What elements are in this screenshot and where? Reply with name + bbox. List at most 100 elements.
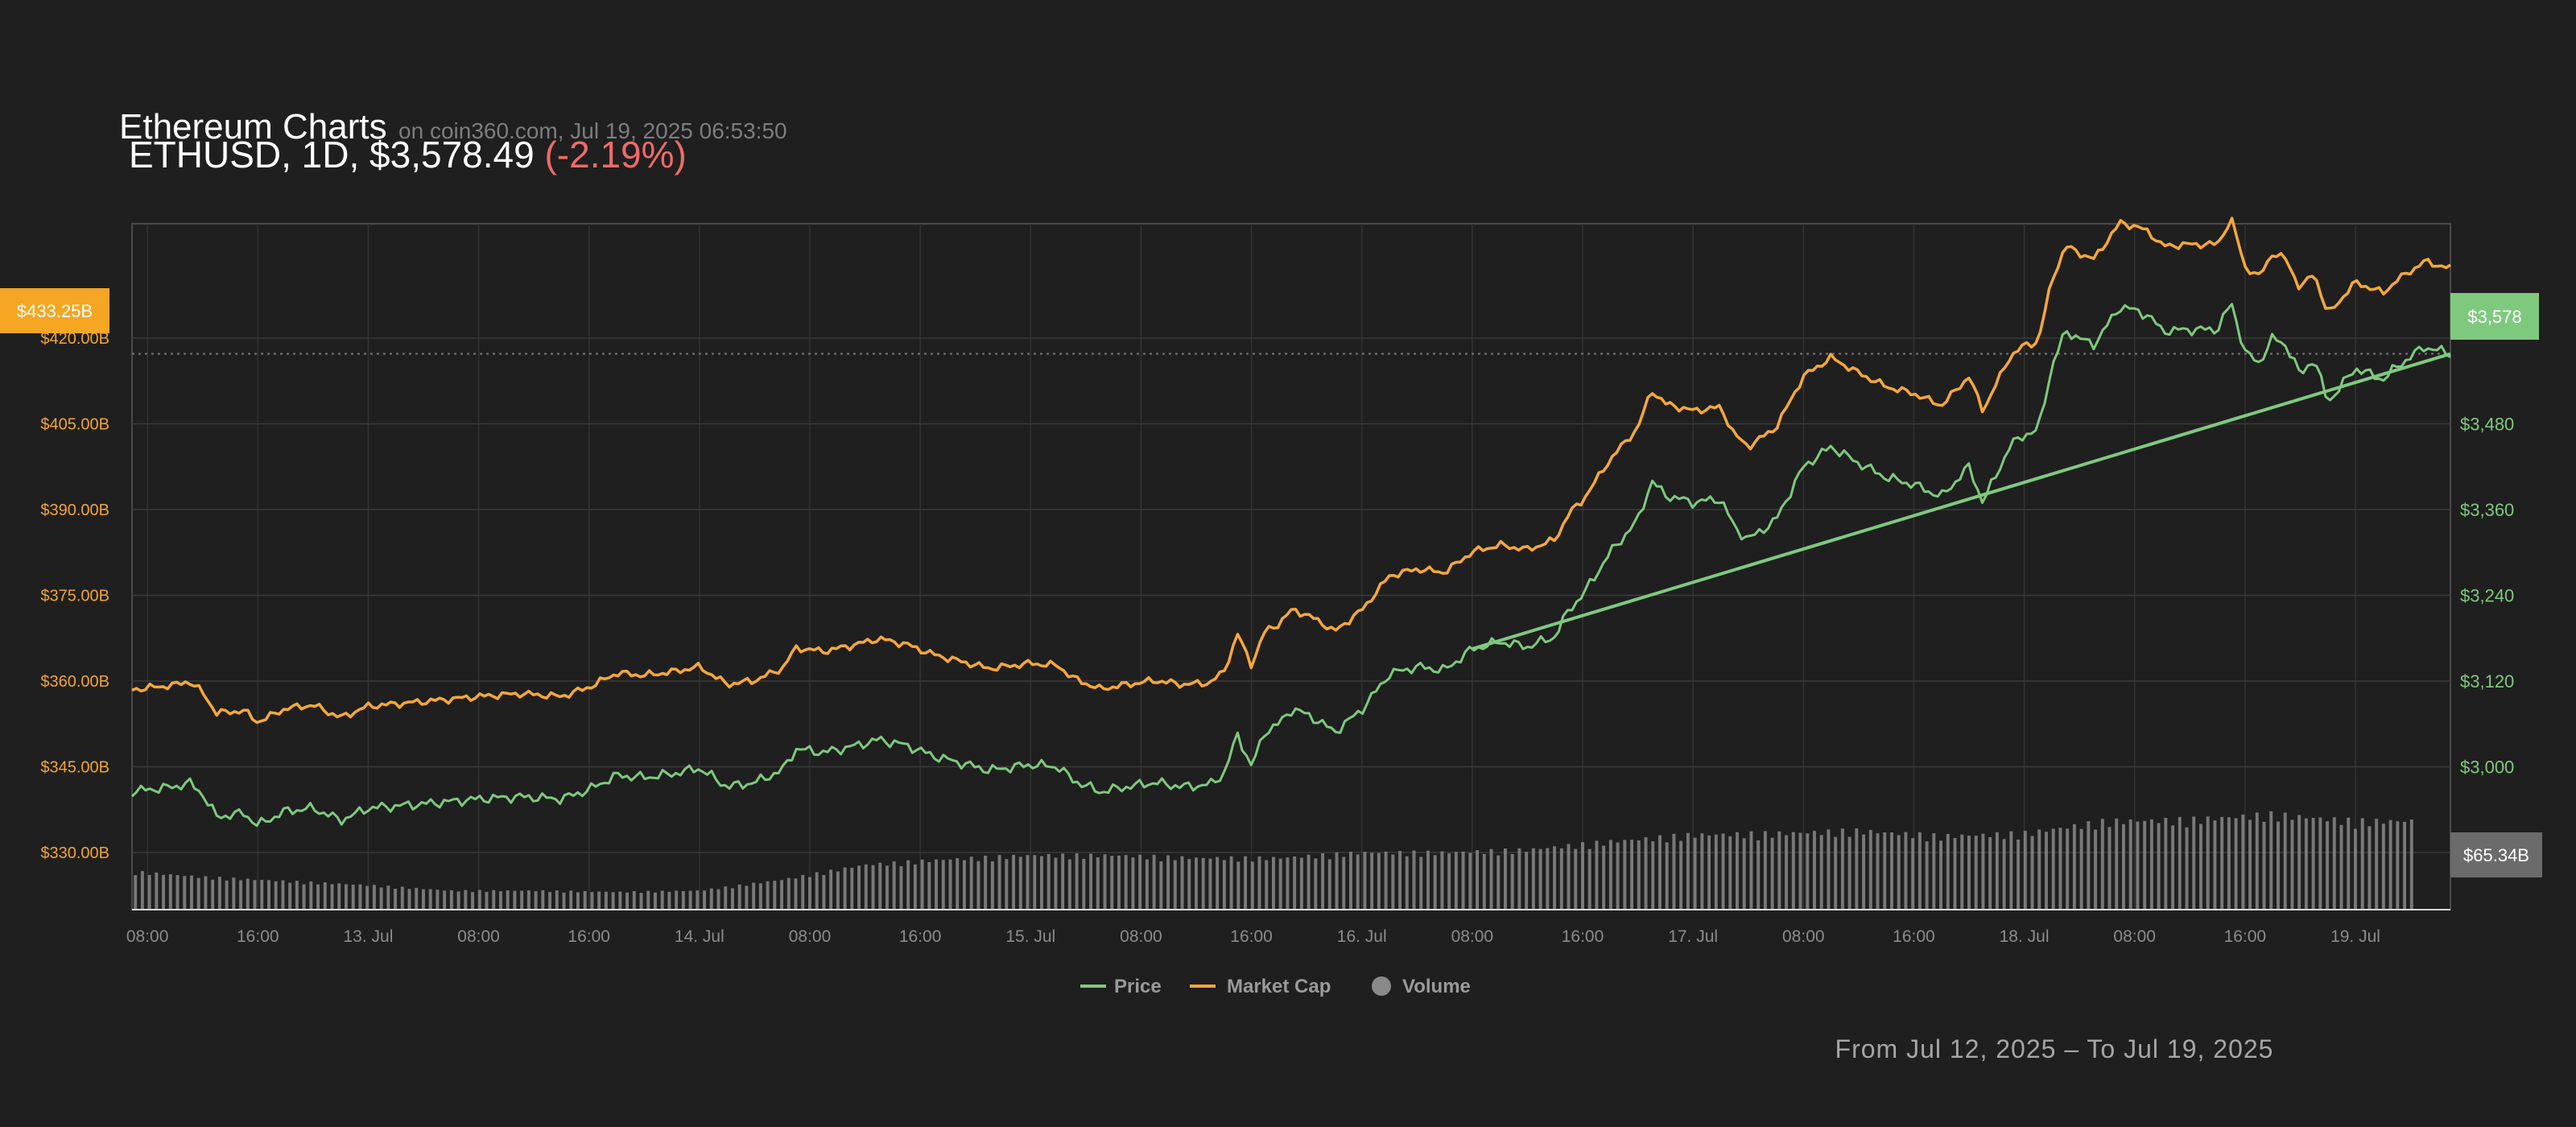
chart: Ethereum Charts on coin360.com, Jul 19, … [0, 107, 2542, 1063]
volume-bar [1180, 856, 1184, 910]
volume-bar [1482, 853, 1486, 910]
volume-bar [696, 890, 700, 910]
line-series [130, 217, 2451, 828]
legend-volume-label: Volume [1402, 976, 1471, 997]
volume-bar [232, 877, 236, 910]
volume-bar [2409, 819, 2413, 910]
volume-bar [499, 891, 502, 910]
volume-bar [1546, 848, 1550, 910]
volume-bar [724, 886, 728, 910]
volume-bar [963, 860, 966, 910]
volume-bar [1398, 850, 1402, 910]
volume-bar [1440, 851, 1444, 910]
volume-bar [1651, 840, 1655, 910]
volume-bar [1236, 861, 1241, 910]
volume-bar [239, 880, 243, 910]
x-tick-label-4: 16:00 [568, 927, 610, 946]
volume-bar [1504, 848, 1507, 910]
volume-bar [1644, 837, 1648, 910]
volume-bar [2157, 823, 2161, 910]
volume-bar [1152, 854, 1156, 910]
volume-bar [625, 892, 630, 910]
volume-bar [351, 884, 355, 910]
volume-bar [506, 890, 510, 910]
volume-bar [1476, 850, 1480, 910]
volume-bar [260, 880, 264, 910]
volume-bar [471, 892, 475, 910]
volume-bar [773, 881, 777, 910]
volume-bar [274, 881, 278, 910]
volume-bar [1391, 854, 1395, 910]
volume-bar [2332, 817, 2336, 910]
volume-bar [2017, 840, 2021, 910]
volume-bar [786, 877, 791, 910]
price-line [130, 303, 2451, 828]
volume-bar [1278, 858, 1282, 910]
volume-bar [1995, 832, 1999, 910]
y-left-tick-label-1: $345.00B [40, 759, 109, 777]
volume-bar [1553, 846, 1557, 910]
legend-volume-swatch [1372, 976, 1391, 996]
volume-bar [2087, 821, 2091, 910]
x-tick-label-12: 08:00 [1451, 927, 1494, 946]
volume-bar [1054, 857, 1058, 910]
volume-bar [1293, 856, 1297, 910]
legend-item-market-cap[interactable]: Market Cap [1190, 976, 1331, 997]
volume-bar [1672, 833, 1676, 910]
volume-bar [1257, 856, 1261, 910]
volume-bar [1012, 854, 1016, 910]
volume-bar [1840, 828, 1844, 910]
volume-bar [1567, 844, 1571, 910]
y-axis-left: $330.00B $345.00B $360.00B $375.00B $390.00B… [40, 330, 109, 862]
volume-bar [857, 865, 861, 910]
volume-bar [2262, 821, 2266, 910]
volume-bar [520, 890, 524, 910]
legend-item-price[interactable]: Price [1080, 976, 1162, 997]
volume-bar [2206, 816, 2210, 910]
legend-item-volume[interactable]: Volume [1372, 976, 1471, 997]
legend-price-label: Price [1114, 976, 1162, 997]
volume-bar [2297, 815, 2301, 910]
volume-bar [1728, 836, 1732, 910]
volume-bar [590, 892, 594, 910]
volume-bar [1946, 833, 1950, 910]
volume-bar [920, 859, 924, 910]
volume-bar [253, 880, 257, 910]
volume-bar [2164, 817, 2168, 910]
volume-bar [513, 890, 517, 910]
volume-bar [878, 862, 882, 910]
volume-bar [162, 874, 166, 910]
volume-bar [1265, 860, 1269, 910]
volume-bar [541, 890, 545, 910]
ethereum-chart-page: Ethereum Charts on coin360.com, Jul 19, … [0, 0, 2576, 1127]
volume-bar [2143, 820, 2147, 910]
volume-bar [976, 861, 980, 910]
x-tick-label-7: 16:00 [899, 927, 942, 946]
volume-bar [2094, 829, 2098, 910]
volume-bar [168, 873, 172, 910]
volume-bar [1813, 831, 1816, 910]
volume-bar [2122, 824, 2125, 910]
volume-bar [1229, 856, 1233, 910]
volume-bar [1757, 840, 1761, 910]
market-cap-badge-text: $433.25B [17, 301, 93, 321]
volume-bar [1700, 833, 1704, 910]
volume-bar [1911, 838, 1915, 910]
volume-bar [1447, 853, 1451, 910]
volume-bar [2066, 828, 2070, 910]
volume-bar [1770, 837, 1774, 910]
volume-bar [196, 877, 200, 910]
volume-bar [1067, 859, 1071, 910]
volume-bar [1321, 852, 1325, 910]
y-left-tick-label-3: $375.00B [40, 588, 109, 605]
volume-bar [2277, 821, 2280, 910]
volume-bar [969, 857, 973, 910]
volume-bar [1370, 852, 1374, 910]
volume-bar [1145, 859, 1149, 910]
volume-bar [1777, 831, 1781, 910]
volume-bar [1531, 848, 1535, 910]
volume-bar [1890, 832, 1893, 910]
volume-bar [288, 882, 292, 910]
volume-bar [2128, 819, 2132, 910]
y-right-tick-label-1: $3,000 [2460, 758, 2514, 778]
